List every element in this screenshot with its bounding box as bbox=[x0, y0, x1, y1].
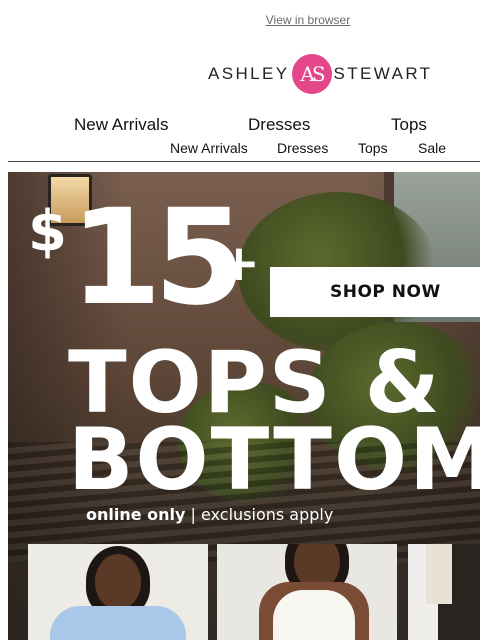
price-amount: 15 bbox=[70, 181, 246, 335]
exclusions-label: exclusions apply bbox=[201, 505, 334, 524]
nav-secondary-new-arrivals[interactable]: New Arrivals bbox=[170, 140, 248, 156]
nav-secondary-dresses[interactable]: Dresses bbox=[277, 140, 328, 156]
nav-primary-tops[interactable]: Tops bbox=[391, 115, 427, 135]
shop-now-button[interactable]: SHOP NOW bbox=[270, 267, 480, 317]
primary-nav: New Arrivals Dresses Tops bbox=[0, 115, 480, 135]
price-currency: $ bbox=[28, 199, 67, 264]
logo-word-right: STEWART bbox=[333, 64, 433, 83]
nav-secondary-tops[interactable]: Tops bbox=[358, 140, 388, 156]
online-only-label: online only bbox=[86, 505, 186, 524]
brand-logo[interactable]: ASHLEY AS STEWART bbox=[208, 53, 432, 95]
headline-line-2: BOTTOMS bbox=[68, 410, 480, 510]
nav-divider bbox=[8, 161, 480, 162]
model-top-white-tank bbox=[273, 590, 355, 640]
model-head bbox=[95, 554, 141, 610]
nav-secondary-sale[interactable]: Sale bbox=[418, 140, 446, 156]
hero-subtext: online only | exclusions apply bbox=[86, 505, 333, 524]
logo-monogram: AS bbox=[291, 54, 332, 94]
model-sleeve bbox=[426, 544, 452, 604]
model-top-blue-shirt bbox=[50, 606, 186, 640]
logo-word-left: ASHLEY bbox=[208, 64, 290, 83]
secondary-nav: New Arrivals Dresses Tops Sale bbox=[0, 140, 480, 158]
nav-primary-new-arrivals[interactable]: New Arrivals bbox=[74, 115, 168, 135]
product-image[interactable] bbox=[408, 544, 480, 640]
price-plus: + bbox=[218, 234, 260, 292]
view-in-browser-link[interactable]: View in browser bbox=[0, 13, 480, 27]
product-image[interactable] bbox=[217, 544, 397, 640]
subtext-separator: | bbox=[185, 505, 202, 524]
hero-banner[interactable]: $ 15 + SHOP NOW TOPS & BOTTOMS online on… bbox=[8, 172, 480, 640]
nav-primary-dresses[interactable]: Dresses bbox=[248, 115, 310, 135]
product-image[interactable] bbox=[28, 544, 208, 640]
